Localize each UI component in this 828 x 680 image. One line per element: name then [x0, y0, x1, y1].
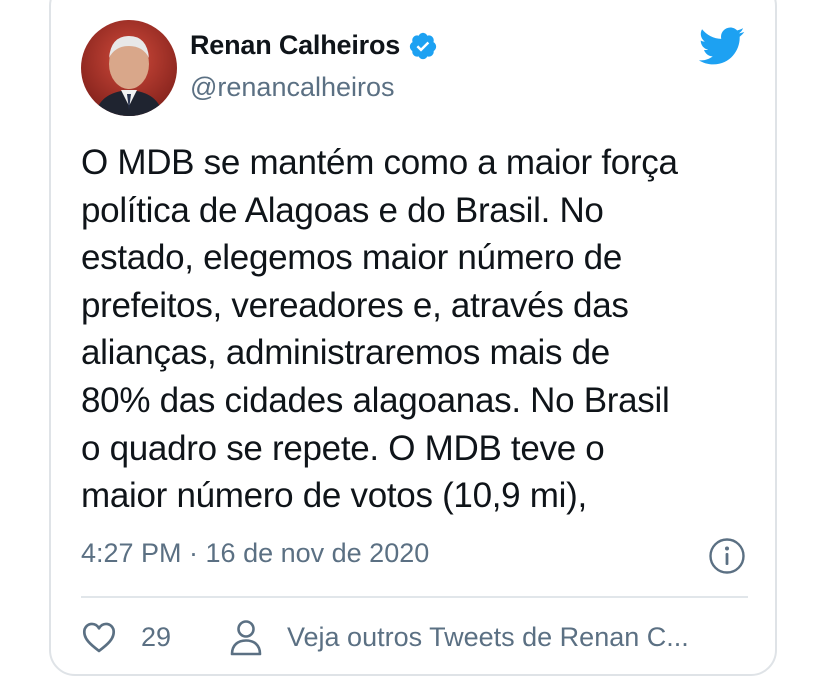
person-icon[interactable]	[229, 618, 263, 658]
avatar[interactable]	[81, 20, 177, 116]
author-row[interactable]: Renan Calheiros	[190, 30, 438, 61]
divider	[81, 596, 748, 598]
heart-icon[interactable]	[81, 620, 117, 654]
tweet-text: O MDB se mantém como a maior força polít…	[81, 143, 678, 516]
more-tweets-link[interactable]: Veja outros Tweets de Renan C...	[287, 622, 689, 653]
author-handle[interactable]: @renancalheiros	[190, 72, 395, 103]
like-count: 29	[141, 622, 172, 652]
tweet-timestamp[interactable]: 4:27 PM · 16 de nov de 2020	[81, 538, 429, 569]
info-icon[interactable]	[708, 537, 746, 575]
tweet-actions: 29 Veja outros Tweets de Renan C...	[81, 614, 751, 662]
author-name[interactable]: Renan Calheiros	[190, 30, 400, 61]
verified-badge-icon	[408, 31, 438, 61]
twitter-bird-icon[interactable]	[696, 26, 746, 66]
